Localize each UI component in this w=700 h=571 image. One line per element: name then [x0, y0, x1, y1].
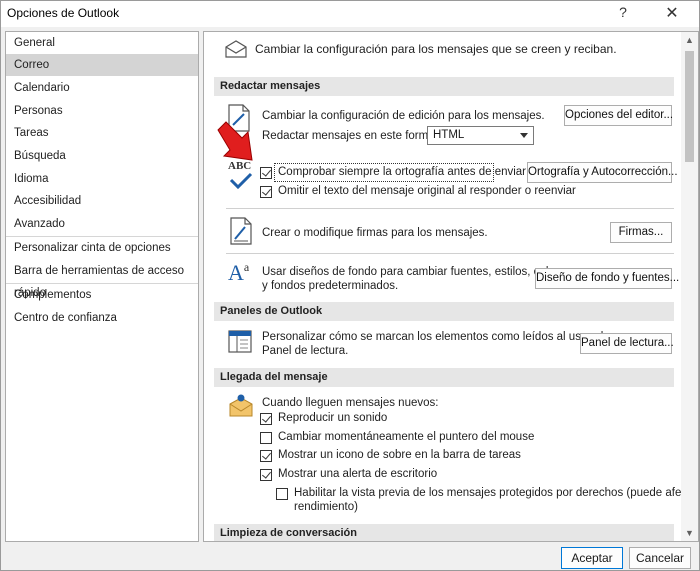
help-icon[interactable]: ?: [613, 4, 633, 20]
envelope-taskbar-checkbox[interactable]: [260, 450, 272, 462]
nav-item-personalizar-cinta[interactable]: Personalizar cinta de opciones: [6, 237, 198, 259]
vertical-scrollbar[interactable]: ▲ ▼: [681, 32, 698, 541]
outlook-options-dialog: Opciones de Outlook ? ✕ General Correo C…: [0, 0, 700, 571]
stationery-text-1: Usar diseños de fondo para cambiar fuent…: [262, 266, 571, 278]
stationery-text-2: y fondos predeterminados.: [262, 280, 399, 292]
format-select[interactable]: HTML: [427, 126, 534, 145]
intro-text: Cambiar la configuración para los mensaj…: [255, 42, 617, 56]
ok-button[interactable]: Aceptar: [561, 547, 623, 569]
nav-item-general[interactable]: General: [6, 32, 198, 54]
divider: [226, 253, 674, 254]
rights-preview-label-1[interactable]: Habilitar la vista previa de los mensaje…: [294, 486, 698, 501]
rights-preview-checkbox[interactable]: [276, 488, 288, 500]
arrival-intro: Cuando lleguen mensajes nuevos:: [262, 397, 439, 409]
format-select-value: HTML: [433, 129, 465, 141]
nav-item-personas[interactable]: Personas: [6, 100, 198, 122]
format-label: Redactar mensajes en este formato:: [262, 130, 448, 142]
title-bar: Opciones de Outlook ? ✕: [1, 1, 699, 27]
nav-item-calendario[interactable]: Calendario: [6, 77, 198, 99]
options-nav: General Correo Calendario Personas Tarea…: [5, 31, 199, 542]
envelope-icon: [225, 40, 247, 58]
change-pointer-label[interactable]: Cambiar momentáneamente el puntero del m…: [278, 430, 534, 445]
omit-original-checkbox[interactable]: [260, 186, 272, 198]
nav-item-centro-confianza[interactable]: Centro de confianza: [6, 307, 198, 329]
section-header-limpieza: Limpieza de conversación: [214, 524, 674, 541]
stationery-fonts-button[interactable]: Diseño de fondo y fuentes...: [535, 268, 679, 289]
reading-pane-text-2: Panel de lectura.: [262, 345, 349, 357]
scroll-down-icon[interactable]: ▼: [685, 528, 694, 538]
stationery-font-icon: Aa: [228, 260, 250, 285]
scroll-up-icon[interactable]: ▲: [685, 35, 694, 45]
cancel-button[interactable]: Cancelar: [629, 547, 691, 569]
nav-item-barra-acceso-rapido[interactable]: Barra de herramientas de acceso rápido: [6, 260, 198, 299]
reading-pane-icon: [228, 330, 252, 353]
section-header-llegada: Llegada del mensaje: [214, 368, 674, 387]
nav-item-idioma[interactable]: Idioma: [6, 168, 198, 190]
spell-check-label[interactable]: Comprobar siempre la ortografía antes de…: [278, 165, 526, 180]
signature-icon: [230, 217, 252, 245]
reading-pane-text-1: Personalizar cómo se marcan los elemento…: [262, 331, 604, 343]
editor-options-button[interactable]: Opciones del editor...: [564, 105, 673, 126]
play-sound-checkbox[interactable]: [260, 413, 272, 425]
rights-preview-label-2[interactable]: rendimiento): [294, 500, 358, 515]
play-sound-label[interactable]: Reproducir un sonido: [278, 411, 387, 426]
close-icon[interactable]: ✕: [661, 3, 683, 23]
desktop-alert-label[interactable]: Mostrar una alerta de escritorio: [278, 467, 437, 482]
mail-settings-panel: Cambiar la configuración para los mensaj…: [203, 31, 699, 542]
checkmark-icon: [229, 172, 253, 190]
reading-pane-button[interactable]: Panel de lectura...: [580, 333, 674, 354]
nav-item-tareas[interactable]: Tareas: [6, 122, 198, 144]
nav-item-correo[interactable]: Correo: [6, 54, 198, 76]
red-arrow-annotation: [217, 121, 253, 161]
signatures-button[interactable]: Firmas...: [610, 222, 672, 243]
chevron-down-icon: [520, 133, 528, 138]
section-header-redactar: Redactar mensajes: [214, 77, 674, 96]
nav-item-busqueda[interactable]: Búsqueda: [6, 145, 198, 167]
spell-check-checkbox[interactable]: [260, 167, 272, 179]
signatures-text: Crear o modifique firmas para los mensaj…: [262, 227, 488, 239]
new-mail-bell-icon: [229, 394, 253, 417]
envelope-taskbar-label[interactable]: Mostrar un icono de sobre en la barra de…: [278, 448, 521, 463]
nav-item-complementos[interactable]: Complementos: [6, 284, 198, 306]
window-title: Opciones de Outlook: [7, 6, 120, 20]
desktop-alert-checkbox[interactable]: [260, 469, 272, 481]
omit-original-label[interactable]: Omitir el texto del mensaje original al …: [278, 184, 576, 199]
divider: [226, 208, 674, 209]
nav-item-accesibilidad[interactable]: Accesibilidad: [6, 190, 198, 212]
section-header-paneles: Paneles de Outlook: [214, 302, 674, 321]
edit-settings-text: Cambiar la configuración de edición para…: [262, 110, 545, 122]
nav-item-avanzado[interactable]: Avanzado: [6, 213, 198, 235]
scrollbar-thumb[interactable]: [685, 51, 694, 162]
change-pointer-checkbox[interactable]: [260, 432, 272, 444]
spelling-autocorrect-button[interactable]: Ortografía y Autocorrección...: [527, 162, 678, 183]
